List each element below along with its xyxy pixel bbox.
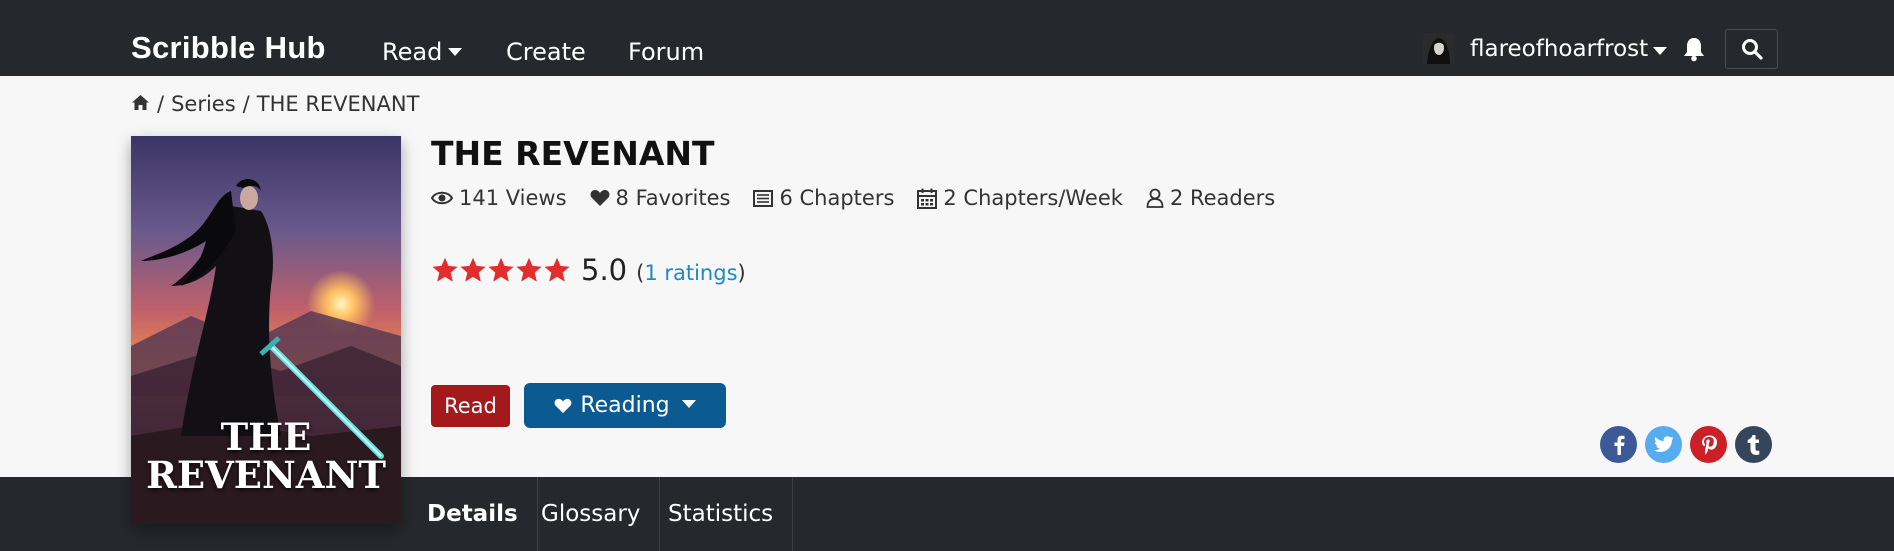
tab-statistics[interactable]: Statistics <box>649 477 794 551</box>
reading-label: Reading <box>580 393 670 418</box>
username-menu[interactable]: flareofhoarfrost <box>1470 36 1648 62</box>
breadcrumb-separator: / <box>242 92 250 116</box>
tumblr-share-button[interactable] <box>1735 426 1772 463</box>
home-icon[interactable] <box>131 92 150 116</box>
nav-read-menu[interactable]: Read <box>382 38 463 66</box>
rating: 5.0 (1 ratings) <box>431 253 746 287</box>
avatar[interactable] <box>1423 33 1454 64</box>
user-icon <box>1146 188 1164 208</box>
user-caret-down-icon[interactable] <box>1653 47 1667 55</box>
caret-down-icon <box>681 400 696 408</box>
stat-views-label: 141 Views <box>459 186 567 210</box>
stat-frequency-label: 2 Chapters/Week <box>943 186 1123 210</box>
list-icon <box>753 189 774 207</box>
series-title: THE REVENANT <box>431 134 715 173</box>
search-button[interactable] <box>1725 29 1778 69</box>
stat-views: 141 Views <box>431 186 567 210</box>
nav-read-label: Read <box>382 38 443 66</box>
stat-readers-label: 2 Readers <box>1169 186 1276 210</box>
pinterest-icon <box>1701 435 1717 455</box>
breadcrumb-series[interactable]: Series <box>171 92 236 116</box>
stat-chapters: 6 Chapters <box>753 186 894 210</box>
series-stats: 141 Views 8 Favorites 6 Chapters 2 Chapt… <box>431 186 1298 210</box>
reading-list-button[interactable]: Reading <box>524 383 726 428</box>
facebook-share-button[interactable] <box>1600 426 1637 463</box>
heart-icon <box>590 190 609 206</box>
stat-favorites-label: 8 Favorites <box>615 186 731 210</box>
star-icon <box>460 257 486 282</box>
search-icon <box>1741 39 1763 60</box>
bell-icon[interactable] <box>1682 36 1708 64</box>
stat-frequency: 2 Chapters/Week <box>917 186 1123 210</box>
calendar-icon <box>917 188 938 209</box>
breadcrumb-current: THE REVENANT <box>256 92 420 116</box>
tumblr-icon <box>1747 434 1760 455</box>
rating-value: 5.0 <box>581 253 628 287</box>
nav-forum-link[interactable]: Forum <box>628 38 704 66</box>
breadcrumb-separator: / <box>157 92 165 116</box>
nav-create-link[interactable]: Create <box>506 38 586 66</box>
eye-icon <box>431 191 453 205</box>
pinterest-share-button[interactable] <box>1690 426 1727 463</box>
tab-glossary[interactable]: Glossary <box>522 477 661 551</box>
cover-title: THE REVENANT <box>146 415 386 497</box>
stat-readers: 2 Readers <box>1146 186 1275 210</box>
site-logo[interactable]: Scribble Hub <box>131 30 326 66</box>
rating-stars[interactable] <box>431 256 571 284</box>
read-button[interactable]: Read <box>431 385 510 427</box>
rating-count: (1 ratings) <box>636 261 746 285</box>
stat-chapters-label: 6 Chapters <box>779 186 895 210</box>
cover-image[interactable]: THE REVENANT <box>131 136 401 524</box>
star-icon <box>488 257 514 282</box>
heart-icon <box>554 398 572 413</box>
twitter-share-button[interactable] <box>1645 426 1682 463</box>
stat-favorites: 8 Favorites <box>590 186 731 210</box>
star-icon <box>544 257 570 282</box>
twitter-icon <box>1653 436 1673 452</box>
star-icon <box>432 257 458 282</box>
tab-details[interactable]: Details <box>408 477 538 551</box>
star-icon <box>516 257 542 282</box>
breadcrumb: / Series / THE REVENANT <box>131 92 419 116</box>
facebook-icon <box>1614 435 1624 455</box>
ratings-link[interactable]: 1 ratings <box>644 261 737 285</box>
caret-down-icon <box>448 47 463 56</box>
